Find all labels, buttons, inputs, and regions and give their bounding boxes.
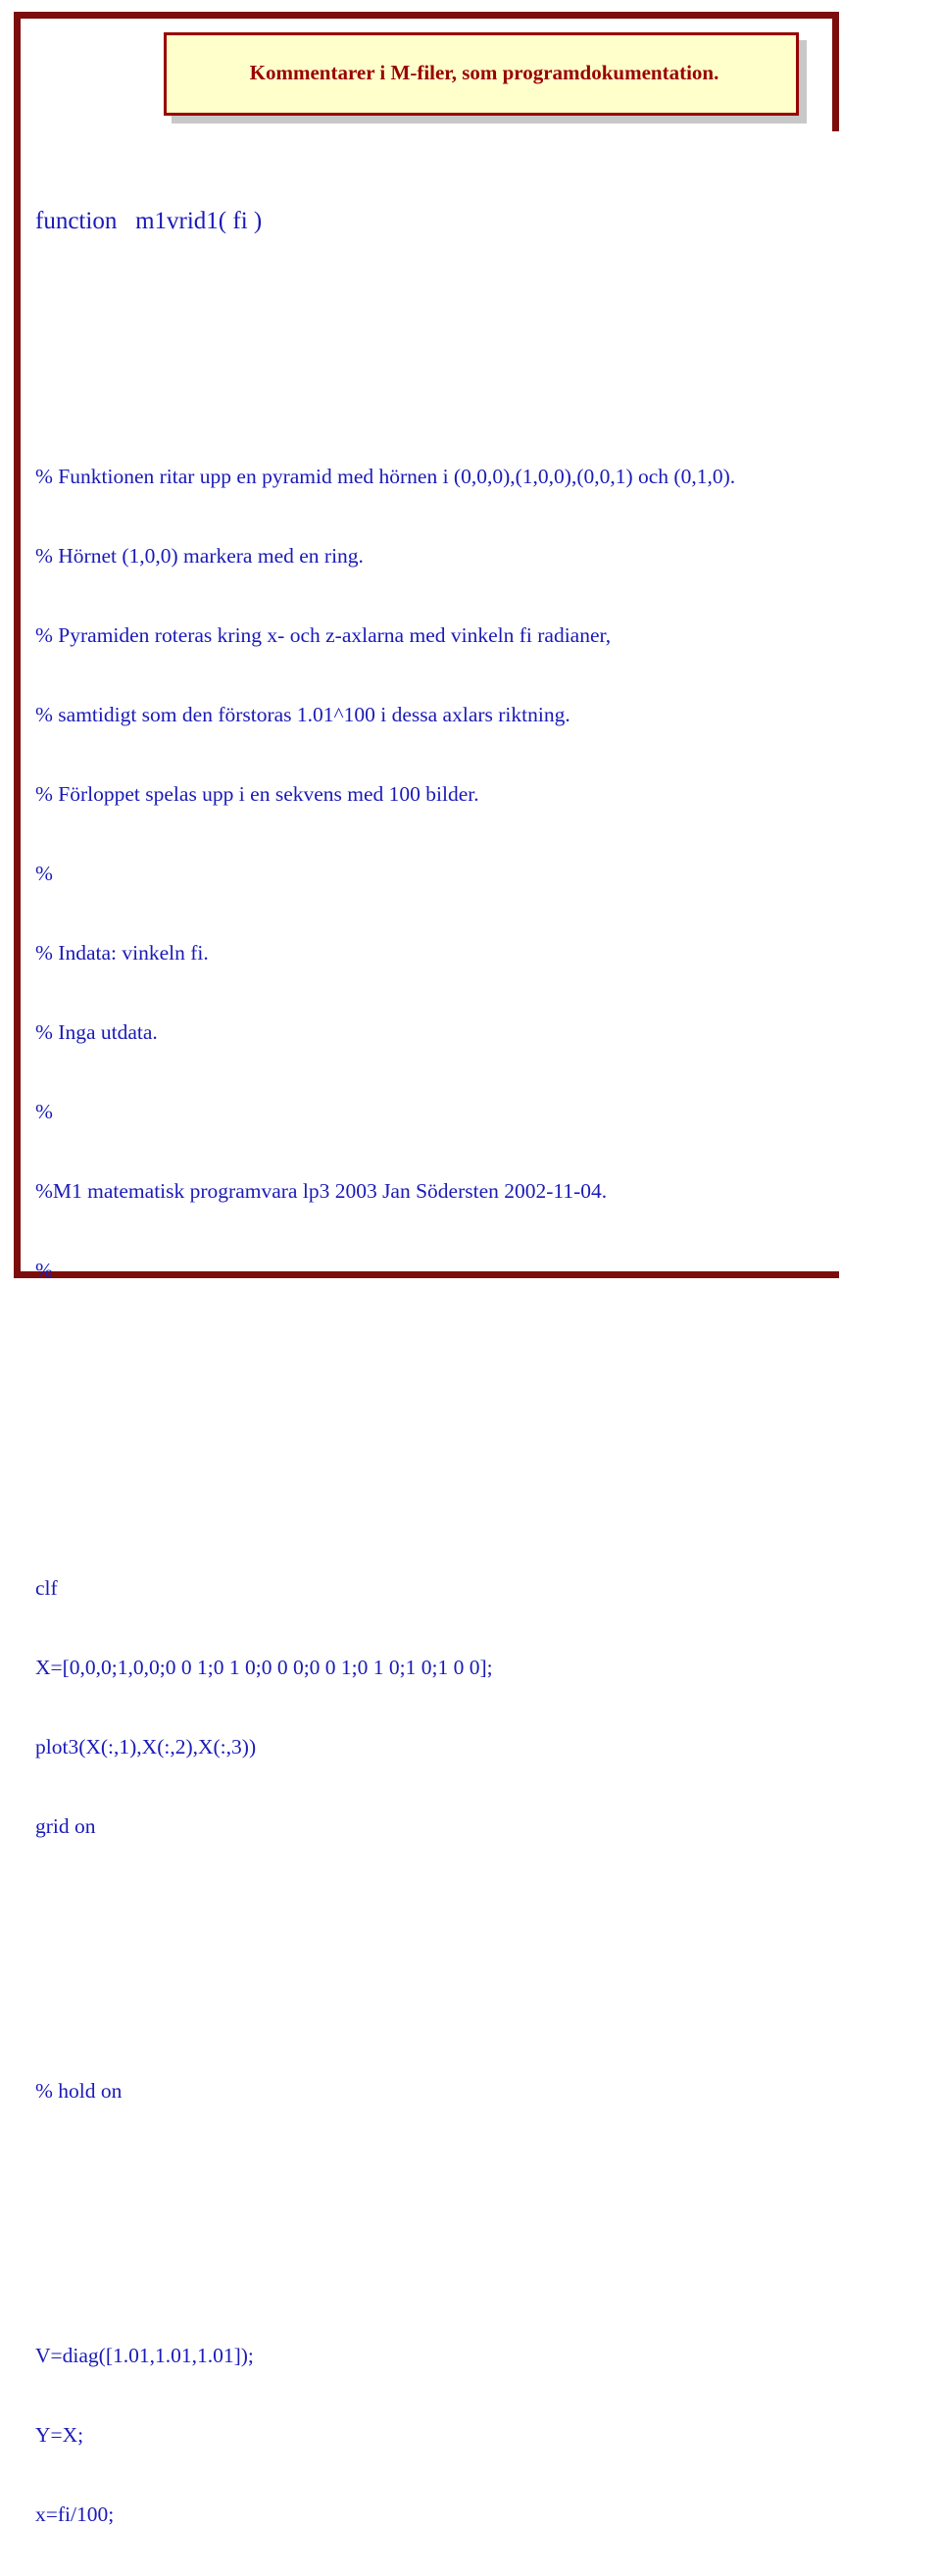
comment-line: %M1 matematisk programvara lp3 2003 Jan … bbox=[35, 1179, 608, 1203]
document-page: Kommentarer i M-filer, som programdokume… bbox=[0, 0, 941, 2526]
code-block-init: clf X=[0,0,0;1,0,0;0 0 1;0 1 0;0 0 0;0 0… bbox=[35, 1522, 908, 1893]
function-keyword: function bbox=[35, 208, 118, 234]
comment-line: % bbox=[35, 862, 53, 885]
comment-line: % Inga utdata. bbox=[35, 1020, 158, 1044]
comment-line: % Hörnet (1,0,0) markera med en ring. bbox=[35, 544, 364, 568]
function-name-args: m1vrid1( fi ) bbox=[135, 208, 263, 234]
comment-line: % samtidigt som den förstoras 1.01^100 i… bbox=[35, 703, 570, 726]
code-line: plot3(X(:,1),X(:,2),X(:,3)) bbox=[35, 1735, 257, 1759]
comment-block: % Funktionen ritar upp en pyramid med hö… bbox=[35, 411, 908, 1337]
code-line: X=[0,0,0;1,0,0;0 0 1;0 1 0;0 0 0;0 0 1;0… bbox=[35, 1656, 493, 1679]
function-signature: function m1vrid1( fi ) bbox=[35, 205, 908, 238]
code-block-loop-setup: V=diag([1.01,1.01,1.01]); Y=X; x=fi/100;… bbox=[35, 2290, 908, 2576]
code-line: V=diag([1.01,1.01,1.01]); bbox=[35, 2344, 254, 2367]
comment-line: % bbox=[35, 1100, 53, 1123]
comment-line: % Pyramiden roteras kring x- och z-axlar… bbox=[35, 623, 612, 647]
page-title: Kommentarer i M-filer, som programdokume… bbox=[249, 61, 719, 84]
comment-line: % Förloppet spelas upp i en sekvens med … bbox=[35, 782, 479, 806]
page-border-top bbox=[14, 12, 839, 19]
code-listing: function m1vrid1( fi ) % Funktionen rita… bbox=[35, 152, 908, 2576]
code-comment-line: % hold on bbox=[35, 2079, 123, 2103]
page-border-left bbox=[14, 12, 21, 1278]
comment-line: % bbox=[35, 1259, 53, 1282]
title-banner: Kommentarer i M-filer, som programdokume… bbox=[164, 32, 799, 116]
page-border-right bbox=[832, 12, 839, 131]
comment-line: % Indata: vinkeln fi. bbox=[35, 941, 209, 965]
code-line: clf bbox=[35, 1576, 58, 1600]
comment-line: % Funktionen ritar upp en pyramid med hö… bbox=[35, 465, 736, 488]
code-line: x=fi/100; bbox=[35, 2502, 115, 2526]
code-line: Y=X; bbox=[35, 2423, 84, 2447]
code-line: grid on bbox=[35, 1814, 96, 1838]
